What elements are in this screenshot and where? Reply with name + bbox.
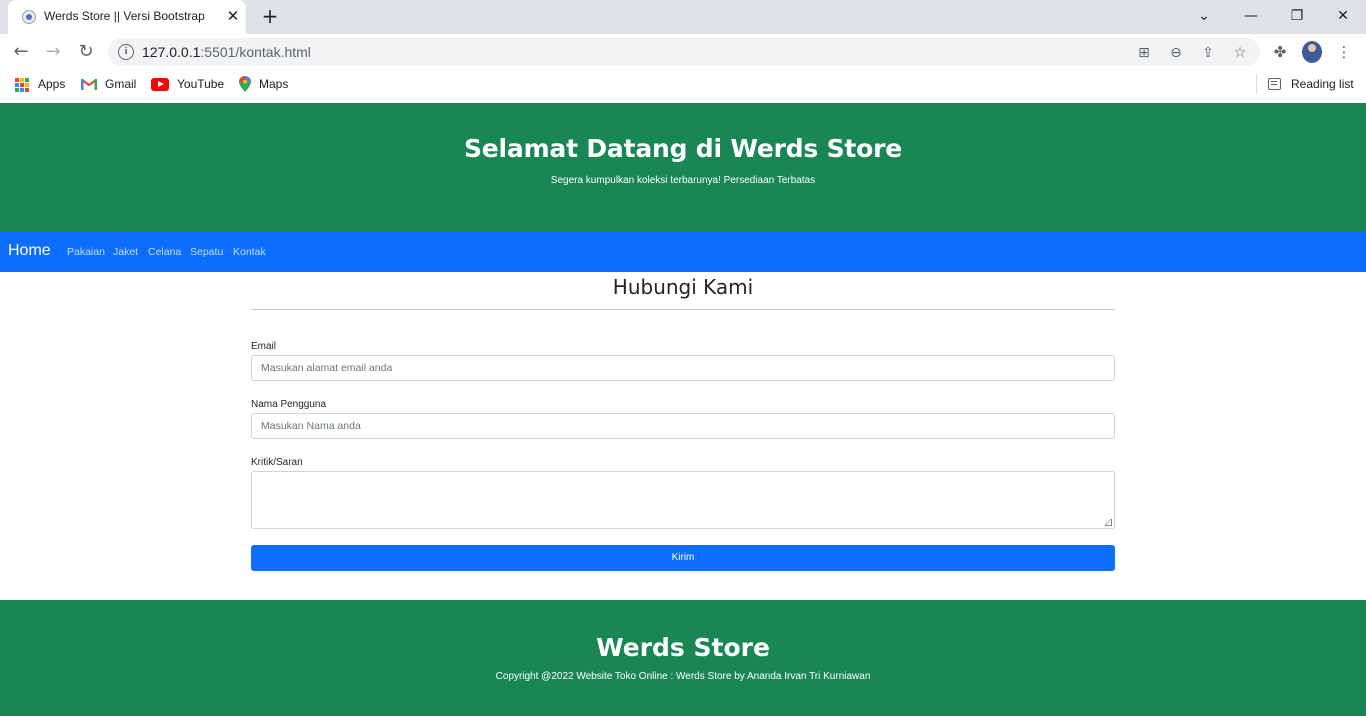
forward-arrow-icon[interactable]: → (40, 40, 66, 64)
bookmark-star-icon[interactable]: ☆ (1230, 43, 1250, 63)
bookmark-gmail[interactable]: Gmail (81, 76, 136, 92)
apps-grid-icon (15, 78, 29, 92)
nav-link-sepatu[interactable]: Sepatu (190, 246, 223, 258)
submit-button[interactable]: Kirim (251, 545, 1115, 571)
footer-title: Werds Store (596, 633, 770, 662)
browser-tab-strip: Werds Store || Versi Bootstrap ✕ + ⌄ — ❐… (0, 0, 1366, 34)
window-close-button[interactable]: ✕ (1329, 4, 1357, 28)
browser-toolbar: ← → ↻ i 127.0.0.1:5501/kontak.html ⊞ ⊖ ⇪… (0, 34, 1366, 70)
email-placeholder: Masukan alamat email anda (261, 362, 393, 374)
hero-banner: Selamat Datang di Werds Store Segera kum… (0, 103, 1366, 232)
site-favicon-icon (22, 10, 36, 24)
email-field[interactable]: Masukan alamat email anda (251, 355, 1115, 381)
page-viewport: Selamat Datang di Werds Store Segera kum… (0, 103, 1366, 716)
maps-icon (239, 76, 251, 92)
contact-heading: Hubungi Kami (612, 275, 754, 299)
heading-divider (251, 309, 1115, 310)
nav-link-jaket[interactable]: Jaket (113, 246, 138, 258)
username-label: Nama Pengguna (251, 399, 327, 410)
main-navbar: Home Pakaian Jaket Celana Sepatu Kontak (0, 232, 1366, 272)
gmail-icon (81, 79, 97, 90)
share-icon[interactable]: ⇪ (1198, 43, 1218, 63)
bookmarks-bar: Apps Gmail YouTube Maps Reading list (0, 70, 1366, 98)
feedback-textarea[interactable] (251, 471, 1115, 529)
restore-button[interactable]: ❐ (1283, 4, 1311, 28)
zoom-icon[interactable]: ⊖ (1166, 43, 1186, 63)
extensions-puzzle-icon[interactable]: ✤ (1270, 42, 1290, 62)
site-info-icon[interactable]: i (118, 44, 134, 60)
tab-close-icon[interactable]: ✕ (224, 7, 242, 25)
bookmark-label: Apps (38, 77, 66, 91)
username-field[interactable]: Masukan Nama anda (251, 413, 1115, 439)
bookmark-label: Gmail (105, 77, 137, 91)
reading-list-button[interactable]: Reading list (1256, 74, 1354, 94)
url-host: 127.0.0.1 (142, 44, 201, 60)
nav-link-pakaian[interactable]: Pakaian (67, 246, 105, 258)
browser-tab[interactable]: Werds Store || Versi Bootstrap ✕ (8, 0, 246, 34)
new-tab-button[interactable]: + (258, 5, 282, 29)
bookmark-youtube[interactable]: YouTube (151, 76, 224, 92)
address-bar[interactable]: i 127.0.0.1:5501/kontak.html ⊞ ⊖ ⇪ ☆ (108, 38, 1260, 66)
hero-subtitle: Segera kumpulkan koleksi terbarunya! Per… (550, 175, 816, 186)
hero-title: Selamat Datang di Werds Store (463, 134, 903, 163)
reload-icon[interactable]: ↻ (73, 40, 99, 64)
nav-link-kontak[interactable]: Kontak (233, 246, 266, 258)
email-label: Email (251, 341, 277, 352)
bookmark-label: YouTube (177, 77, 225, 91)
back-arrow-icon[interactable]: ← (8, 40, 34, 64)
profile-avatar[interactable] (1302, 41, 1322, 63)
page-footer: Werds Store Copyright @2022 Website Toko… (0, 600, 1366, 716)
bookmark-label: Maps (259, 77, 289, 91)
feedback-label: Kritik/Saran (251, 457, 303, 468)
bookmark-apps[interactable]: Apps (15, 76, 65, 92)
footer-copyright: Copyright @2022 Website Toko Online : We… (495, 671, 871, 682)
nav-home-link[interactable]: Home (8, 242, 51, 260)
minimize-button[interactable]: — (1237, 4, 1265, 28)
url-text: 127.0.0.1:5501/kontak.html (142, 44, 311, 60)
youtube-icon (151, 78, 169, 91)
reading-list-icon (1268, 77, 1281, 90)
bookmark-maps[interactable]: Maps (239, 76, 288, 92)
tab-search-chevron-icon[interactable]: ⌄ (1190, 4, 1218, 28)
tab-title: Werds Store || Versi Bootstrap (44, 9, 205, 23)
reading-list-label: Reading list (1291, 77, 1354, 91)
nav-link-celana[interactable]: Celana (148, 246, 181, 258)
username-placeholder: Masukan Nama anda (261, 420, 361, 432)
url-path: :5501/kontak.html (200, 44, 311, 60)
menu-kebab-icon[interactable]: ⋮ (1334, 42, 1354, 62)
translate-icon[interactable]: ⊞ (1134, 43, 1154, 63)
